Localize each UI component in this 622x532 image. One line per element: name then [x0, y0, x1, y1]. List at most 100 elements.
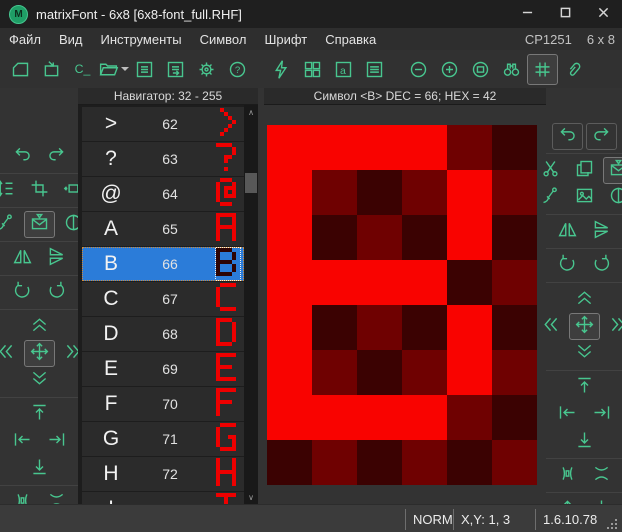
pixel-cell[interactable] [402, 395, 447, 440]
pixel-cell[interactable] [267, 215, 312, 260]
pixel-cell[interactable] [447, 305, 492, 350]
to-top-button[interactable] [569, 374, 600, 401]
navigator-row-63[interactable]: ?63 [82, 142, 244, 176]
pixel-cell[interactable] [357, 350, 402, 395]
to-bottom-button[interactable] [569, 428, 600, 455]
pixel-cell[interactable] [312, 350, 357, 395]
pixel-cell[interactable] [267, 350, 312, 395]
contrast-button[interactable] [603, 184, 622, 211]
pixel-cell[interactable] [357, 305, 402, 350]
new-file-button[interactable] [5, 54, 36, 85]
rotate-ccw-button[interactable] [7, 279, 38, 306]
pixel-cell[interactable] [312, 440, 357, 485]
lightning-button[interactable] [266, 54, 297, 85]
chevrons-down-button[interactable] [24, 367, 55, 394]
pixel-cell[interactable] [312, 305, 357, 350]
navigator-row-69[interactable]: E69 [82, 352, 244, 386]
flip-vertical-button[interactable] [586, 218, 617, 245]
scroll-up-icon[interactable]: ∧ [244, 105, 258, 119]
pixel-cell[interactable] [267, 440, 312, 485]
undo-button[interactable] [552, 123, 583, 150]
scroll-down-icon[interactable]: ∨ [244, 490, 258, 504]
open-folder-button[interactable] [98, 54, 129, 85]
brush-button[interactable] [535, 184, 566, 211]
pixel-cell[interactable] [447, 125, 492, 170]
crop-button[interactable] [24, 177, 55, 204]
pixel-cell[interactable] [402, 350, 447, 395]
paperclip-button[interactable] [558, 54, 589, 85]
pixel-cell[interactable] [447, 170, 492, 215]
pixel-cell[interactable] [402, 125, 447, 170]
pixel-cell[interactable] [357, 170, 402, 215]
to-right-button[interactable] [41, 428, 72, 455]
chevrons-left-button[interactable] [0, 340, 21, 367]
scrollbar-thumb[interactable] [245, 173, 257, 193]
pixel-cell[interactable] [492, 260, 537, 305]
navigator-row-73[interactable]: I73 [82, 492, 244, 504]
pixel-cell[interactable] [357, 125, 402, 170]
menu-tools[interactable]: Инструменты [92, 28, 191, 50]
save-as-button[interactable] [160, 54, 191, 85]
pixel-cell[interactable] [357, 215, 402, 260]
to-bottom-button[interactable] [24, 455, 55, 482]
pixel-cell[interactable] [447, 260, 492, 305]
navigator-row-62[interactable]: >62 [82, 107, 244, 141]
menu-font[interactable]: Шрифт [255, 28, 316, 50]
navigator-row-65[interactable]: A65 [82, 212, 244, 246]
pixel-cell[interactable] [312, 395, 357, 440]
close-button[interactable] [584, 0, 622, 28]
pixel-cell[interactable] [312, 125, 357, 170]
pixel-cell[interactable] [267, 395, 312, 440]
flip-horizontal-button[interactable] [552, 218, 583, 245]
rotate-cw-button[interactable] [586, 252, 617, 279]
pixel-cell[interactable] [492, 215, 537, 260]
move-button[interactable] [24, 340, 55, 367]
pixel-cell[interactable] [492, 305, 537, 350]
pixel-cell[interactable] [312, 260, 357, 305]
pixel-cell[interactable] [402, 305, 447, 350]
move-button[interactable] [569, 313, 600, 340]
grid-button[interactable] [527, 54, 558, 85]
pixel-grid[interactable] [267, 125, 537, 485]
pixel-cell[interactable] [402, 215, 447, 260]
pixel-cell[interactable] [447, 395, 492, 440]
pixel-cell[interactable] [357, 395, 402, 440]
navigator-row-68[interactable]: D68 [82, 317, 244, 351]
rotate-cw-button[interactable] [41, 279, 72, 306]
squares-button[interactable] [297, 54, 328, 85]
pixel-cell[interactable] [492, 125, 537, 170]
navigator-row-72[interactable]: H72 [82, 457, 244, 491]
to-top-button[interactable] [24, 401, 55, 428]
paste-button[interactable] [603, 157, 622, 184]
to-left-button[interactable] [7, 428, 38, 455]
maximize-button[interactable] [546, 0, 584, 28]
row-height-button[interactable] [0, 177, 21, 204]
zoom-fit-button[interactable] [465, 54, 496, 85]
pixel-cell[interactable] [402, 260, 447, 305]
chevrons-down-button[interactable] [569, 340, 600, 367]
zoom-in-button[interactable] [434, 54, 465, 85]
navigator-row-64[interactable]: @64 [82, 177, 244, 211]
chevrons-up-button[interactable] [569, 286, 600, 313]
menu-view[interactable]: Вид [50, 28, 92, 50]
pixel-cell[interactable] [402, 170, 447, 215]
redo-button[interactable] [586, 123, 617, 150]
pixel-cell[interactable] [357, 260, 402, 305]
resize-grip[interactable] [615, 519, 617, 521]
zoom-out-button[interactable] [403, 54, 434, 85]
chevrons-right-button[interactable] [603, 313, 622, 340]
undo-button[interactable] [7, 143, 38, 170]
pixel-cell[interactable] [492, 395, 537, 440]
squeeze-horizontal-button[interactable] [552, 462, 583, 489]
binoculars-button[interactable] [496, 54, 527, 85]
navigator-row-71[interactable]: G71 [82, 422, 244, 456]
pixel-cell[interactable] [267, 305, 312, 350]
rotate-ccw-button[interactable] [552, 252, 583, 279]
navigator-row-67[interactable]: C67 [82, 282, 244, 316]
menu-help[interactable]: Справка [316, 28, 385, 50]
pixel-cell[interactable] [357, 440, 402, 485]
chevrons-up-button[interactable] [24, 313, 55, 340]
copy-button[interactable] [569, 157, 600, 184]
dropdown-caret-icon[interactable] [121, 67, 129, 71]
cut-button[interactable] [535, 157, 566, 184]
